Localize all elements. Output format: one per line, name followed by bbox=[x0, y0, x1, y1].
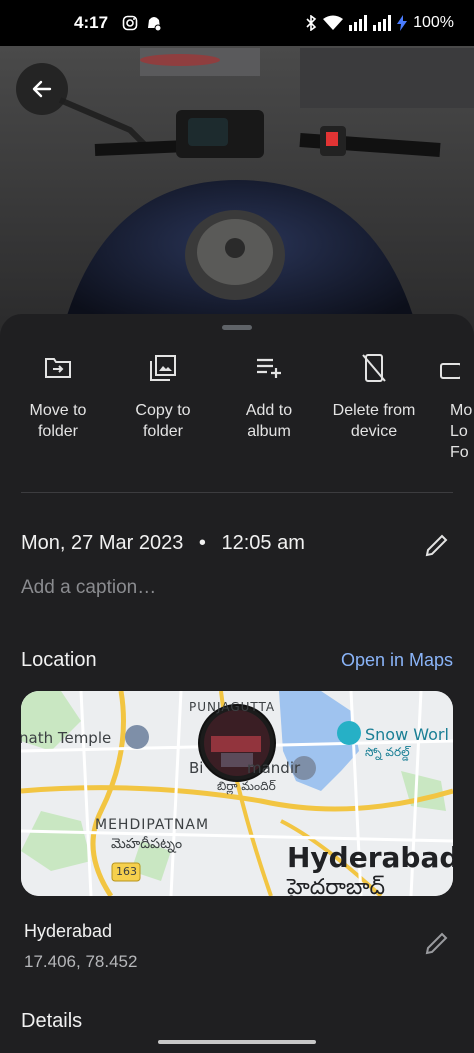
caption-input[interactable]: Add a caption… bbox=[21, 577, 156, 599]
map-label-city-telugu: హైదరాబాద్ bbox=[287, 875, 385, 896]
add-to-album-button[interactable]: Add to album bbox=[214, 350, 324, 442]
copy-to-folder-icon bbox=[150, 355, 176, 381]
wifi-icon bbox=[323, 15, 344, 30]
add-to-album-icon bbox=[257, 358, 281, 378]
location-title: Location bbox=[21, 649, 97, 671]
move-to-locked-folder-button[interactable]: Mo Lo Fo bbox=[440, 350, 474, 463]
pencil-icon bbox=[425, 534, 448, 557]
place-coordinates: 17.406, 78.452 bbox=[24, 952, 138, 971]
sheet-drag-handle[interactable] bbox=[222, 325, 252, 330]
map-road-number: 163 bbox=[116, 865, 137, 878]
status-time: 4:17 bbox=[74, 13, 109, 32]
map-label-mehdipatnam: MEHDIPATNAM bbox=[95, 817, 210, 833]
map-label-punjagutta: PUNJAGUTTA bbox=[189, 700, 276, 714]
map-label-birla-mandir: mandir bbox=[247, 759, 301, 777]
map-label-snow-world-telugu: స్నో వరల్డ్ bbox=[365, 745, 410, 759]
map-label-city: Hyderabad bbox=[287, 841, 453, 874]
add-to-album-label: Add to album bbox=[245, 402, 293, 440]
copy-to-folder-label: Copy to folder bbox=[135, 402, 191, 440]
move-to-folder-icon bbox=[45, 358, 71, 378]
location-map[interactable]: nath Temple PUNJAGUTTA Bi mandir బిర్లా … bbox=[21, 691, 453, 896]
battery-percent: 100% bbox=[413, 14, 454, 31]
map-label-temple: nath Temple bbox=[21, 729, 112, 747]
map-label-mehdipatnam-telugu: మెహదీపట్నం bbox=[111, 836, 183, 852]
pencil-icon bbox=[425, 932, 448, 955]
map-label-snow-world: Snow Worl bbox=[365, 725, 449, 744]
photo-viewer[interactable] bbox=[0, 0, 474, 340]
delete-from-device-label: Delete from device bbox=[332, 402, 416, 440]
details-title: Details bbox=[21, 1010, 83, 1032]
bluetooth-icon bbox=[306, 15, 317, 31]
move-to-locked-folder-icon bbox=[440, 363, 460, 379]
copy-to-folder-button[interactable]: Copy to folder bbox=[108, 350, 218, 442]
open-in-maps-link[interactable]: Open in Maps bbox=[341, 650, 453, 671]
delete-from-device-icon bbox=[362, 354, 386, 382]
move-to-locked-folder-label: Mo Lo Fo bbox=[450, 402, 473, 461]
status-bar: 4:17 100% bbox=[0, 0, 474, 46]
edit-location-button[interactable] bbox=[424, 930, 450, 956]
date-separator: • bbox=[198, 532, 206, 554]
map-label-birla-telugu: బిర్లా మందిర్ bbox=[217, 779, 276, 793]
delete-from-device-button[interactable]: Delete from device bbox=[319, 350, 429, 442]
info-sheet: Move to folder Copy to folder Add to alb… bbox=[0, 314, 474, 1053]
move-to-folder-label: Move to folder bbox=[29, 402, 87, 440]
gesture-nav-bar[interactable] bbox=[158, 1040, 316, 1044]
notification-icon bbox=[148, 17, 162, 32]
instagram-icon bbox=[122, 15, 138, 31]
move-to-folder-button[interactable]: Move to folder bbox=[3, 350, 113, 442]
signal-icon bbox=[373, 15, 392, 31]
edit-date-button[interactable] bbox=[424, 532, 450, 558]
place-name: Hyderabad bbox=[24, 921, 113, 941]
charging-icon bbox=[397, 15, 408, 31]
divider bbox=[21, 492, 453, 493]
motorcycle-photo bbox=[0, 46, 474, 340]
photo-time: 12:05 am bbox=[221, 532, 305, 554]
back-button[interactable] bbox=[16, 63, 68, 115]
map-label-birla: Bi bbox=[189, 759, 204, 777]
photo-date: Mon, 27 Mar 2023 bbox=[21, 532, 184, 554]
date-time: Mon, 27 Mar 2023 • 12:05 am bbox=[21, 532, 305, 555]
signal-icon bbox=[349, 15, 368, 31]
action-row: Move to folder Copy to folder Add to alb… bbox=[0, 350, 474, 470]
arrow-back-icon bbox=[32, 80, 52, 98]
